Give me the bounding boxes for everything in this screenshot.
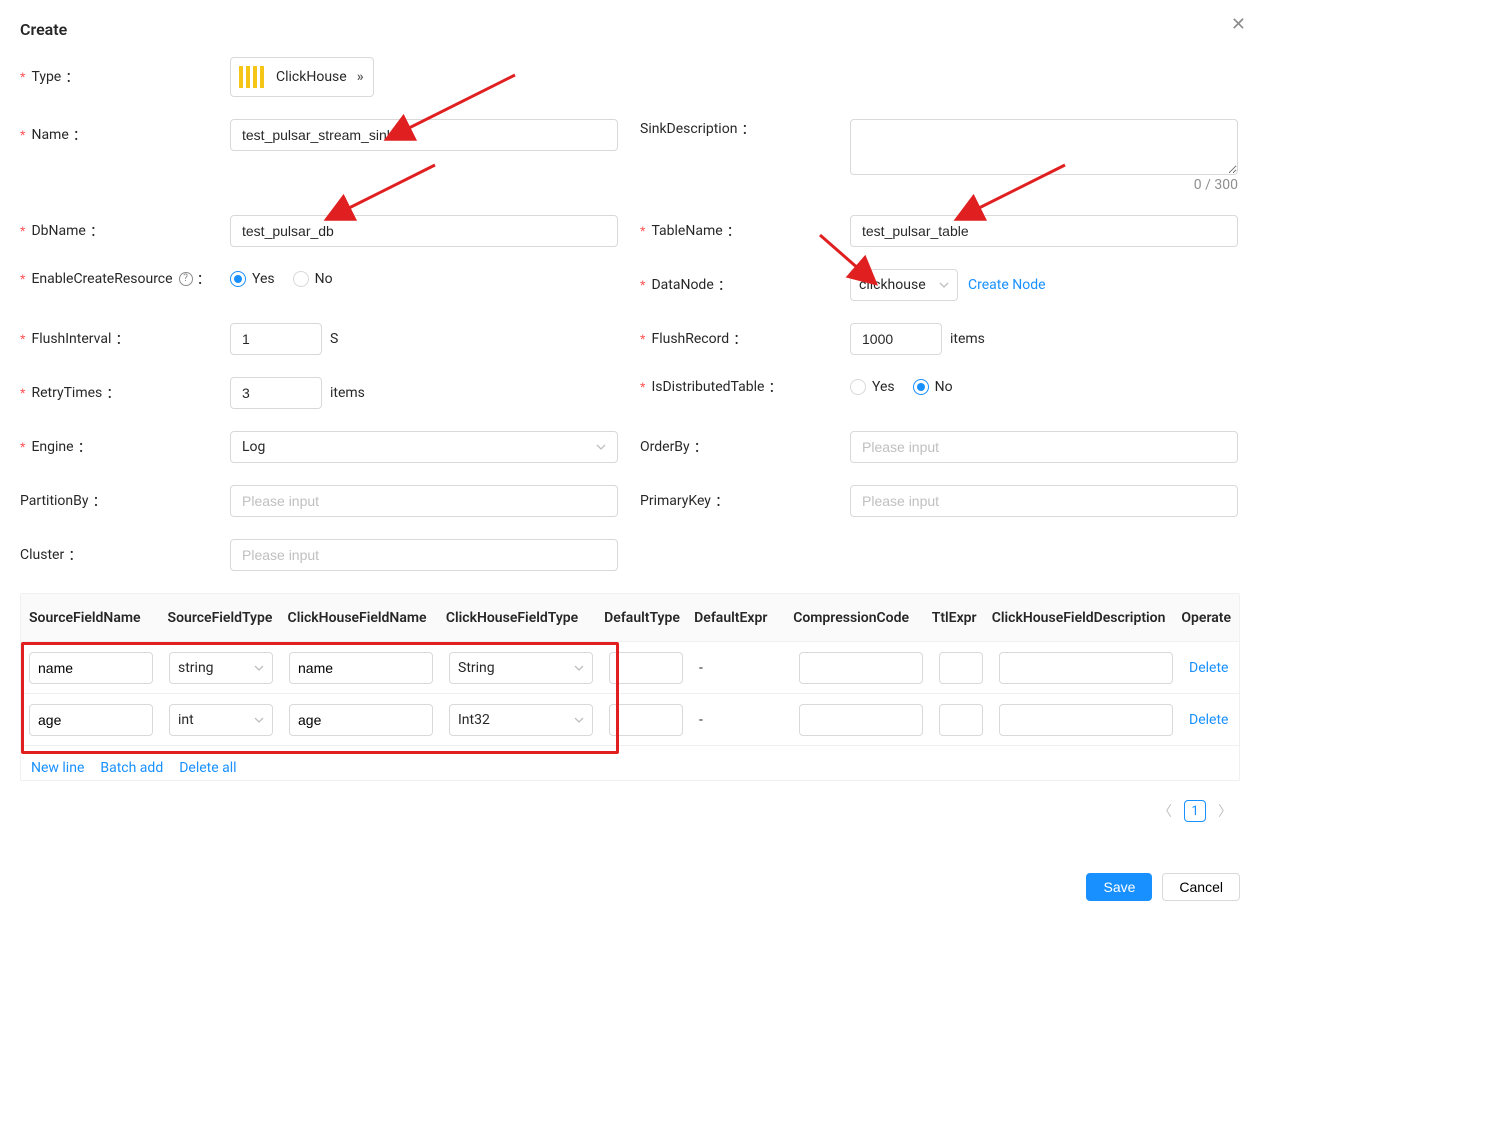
enable-create-resource-radio[interactable]: Yes No <box>230 271 333 287</box>
source-field-type-select[interactable]: string <box>169 652 273 684</box>
flushrecord-unit: items <box>950 331 985 347</box>
create-node-link[interactable]: Create Node <box>968 277 1046 293</box>
primarykey-input[interactable] <box>850 485 1238 517</box>
source-field-type-select[interactable]: int <box>169 704 273 736</box>
cancel-button[interactable]: Cancel <box>1162 873 1240 901</box>
pager-page-1[interactable]: 1 <box>1184 800 1206 822</box>
ch-field-name-input[interactable] <box>289 652 433 684</box>
col-compression-code: CompressionCode <box>785 610 924 626</box>
radio-dist-no[interactable]: No <box>913 379 953 395</box>
sink-description-input[interactable] <box>850 119 1238 175</box>
col-ch-field-name: ClickHouseFieldName <box>280 610 438 626</box>
partitionby-label: PartitionBy： <box>20 491 230 511</box>
col-source-field-name: SourceFieldName <box>21 610 160 626</box>
flushrecord-label: *FlushRecord： <box>640 329 850 349</box>
radio-no[interactable]: No <box>293 271 333 287</box>
retrytimes-input[interactable] <box>230 377 322 409</box>
enable-create-resource-label: *EnableCreateResource ?： <box>20 269 230 289</box>
flushinterval-label: *FlushInterval： <box>20 329 230 349</box>
chevron-down-icon <box>939 280 949 290</box>
chevron-right-icon: » <box>357 69 361 85</box>
source-field-name-input[interactable] <box>29 704 153 736</box>
char-counter: 0 / 300 <box>850 177 1238 193</box>
close-icon[interactable]: ✕ <box>1231 14 1246 35</box>
source-field-name-input[interactable] <box>29 652 153 684</box>
col-default-expr: DefaultExpr <box>686 610 785 626</box>
datanode-label: *DataNode： <box>640 275 850 295</box>
cluster-label: Cluster： <box>20 545 230 565</box>
col-ttl-expr: TtlExpr <box>924 610 984 626</box>
new-line-link[interactable]: New line <box>31 760 84 776</box>
col-operate: Operate <box>1173 610 1239 626</box>
orderby-label: OrderBy： <box>640 437 850 457</box>
type-label: *Type： <box>20 67 230 87</box>
save-button[interactable]: Save <box>1086 873 1152 901</box>
pager-next[interactable]: 〉 <box>1214 799 1236 823</box>
col-source-field-type: SourceFieldType <box>160 610 280 626</box>
engine-label: *Engine： <box>20 437 230 457</box>
batch-add-link[interactable]: Batch add <box>100 760 163 776</box>
pager-prev[interactable]: 〈 <box>1154 799 1176 823</box>
pager: 〈 1 〉 <box>20 799 1240 823</box>
clickhouse-icon <box>237 66 266 88</box>
isdistributed-radio[interactable]: Yes No <box>850 379 953 395</box>
flushrecord-input[interactable] <box>850 323 942 355</box>
fields-table: SourceFieldName SourceFieldType ClickHou… <box>20 593 1240 781</box>
primarykey-label: PrimaryKey： <box>640 491 850 511</box>
table-row: int Int32 - Delete <box>21 694 1239 746</box>
name-input[interactable] <box>230 119 618 151</box>
table-header: SourceFieldName SourceFieldType ClickHou… <box>21 594 1239 642</box>
page-title: Create <box>20 20 1240 39</box>
flushinterval-input[interactable] <box>230 323 322 355</box>
flushinterval-unit: S <box>330 331 338 347</box>
delete-row-link[interactable]: Delete <box>1189 660 1228 676</box>
table-row: string String - Delete <box>21 642 1239 694</box>
ch-field-type-select[interactable]: Int32 <box>449 704 593 736</box>
isdistributed-label: *IsDistributedTable： <box>640 377 850 397</box>
compression-code-input[interactable] <box>799 652 923 684</box>
ch-field-type-select[interactable]: String <box>449 652 593 684</box>
radio-yes[interactable]: Yes <box>230 271 275 287</box>
partitionby-input[interactable] <box>230 485 618 517</box>
ttl-expr-input[interactable] <box>939 704 983 736</box>
dbname-label: *DbName： <box>20 221 230 241</box>
tablename-input[interactable] <box>850 215 1238 247</box>
ch-field-desc-input[interactable] <box>999 704 1173 736</box>
orderby-input[interactable] <box>850 431 1238 463</box>
delete-row-link[interactable]: Delete <box>1189 712 1228 728</box>
delete-all-link[interactable]: Delete all <box>179 760 236 776</box>
name-label: *Name： <box>20 125 230 145</box>
datanode-select[interactable]: clickhouse <box>850 269 958 301</box>
help-icon[interactable]: ? <box>179 272 193 286</box>
dbname-input[interactable] <box>230 215 618 247</box>
ch-field-desc-input[interactable] <box>999 652 1173 684</box>
retrytimes-label: *RetryTimes： <box>20 383 230 403</box>
ch-field-name-input[interactable] <box>289 704 433 736</box>
col-ch-field-type: ClickHouseFieldType <box>438 610 596 626</box>
default-expr-text: - <box>699 660 703 676</box>
type-value: ClickHouse <box>276 69 347 85</box>
chevron-down-icon <box>596 442 606 452</box>
tablename-label: *TableName： <box>640 221 850 241</box>
type-selector[interactable]: ClickHouse » <box>230 57 374 97</box>
col-default-type: DefaultType <box>596 610 686 626</box>
sink-description-label: SinkDescription： <box>640 119 850 139</box>
retrytimes-unit: items <box>330 385 365 401</box>
cluster-input[interactable] <box>230 539 618 571</box>
col-ch-field-desc: ClickHouseFieldDescription <box>984 610 1174 626</box>
radio-dist-yes[interactable]: Yes <box>850 379 895 395</box>
ttl-expr-input[interactable] <box>939 652 983 684</box>
engine-select[interactable]: Log <box>230 431 618 463</box>
compression-code-input[interactable] <box>799 704 923 736</box>
default-type-input[interactable] <box>609 652 683 684</box>
default-expr-text: - <box>699 712 703 728</box>
default-type-input[interactable] <box>609 704 683 736</box>
